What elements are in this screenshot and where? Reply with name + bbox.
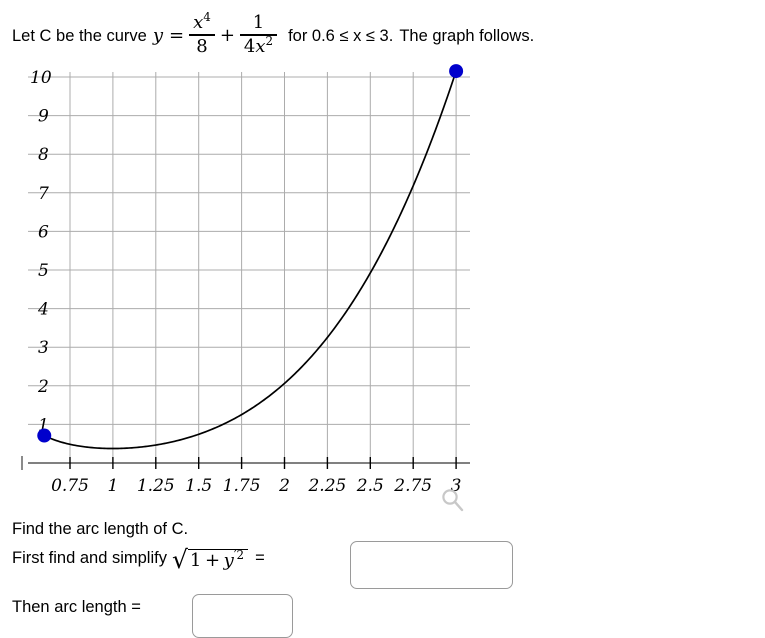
y-tick-label: 6 <box>38 222 49 242</box>
statement-tail: The graph follows. <box>399 26 535 45</box>
x-tick-label: 1.75 <box>223 476 261 496</box>
x-tick-label: 2.5 <box>356 476 384 496</box>
statement-domain: for 0.6 ≤ x ≤ 3. <box>288 26 394 45</box>
fraction-denominator: 8 <box>196 35 208 57</box>
y-tick-label: 8 <box>38 145 49 165</box>
magnifier-icon[interactable] <box>440 487 466 515</box>
radicand-prime-squared: ′2 <box>233 548 245 562</box>
y-tick-label: 5 <box>38 261 49 281</box>
question-find-arc-length: Find the arc length of C. <box>12 520 188 539</box>
question-find-label: Find the arc length of C. <box>12 520 189 538</box>
denominator-variable: x <box>255 35 266 57</box>
x-tick-label: 2.25 <box>307 476 346 496</box>
numerator-variable: x <box>193 12 204 34</box>
fraction-1-over-4x2: 1 4x2 <box>239 12 278 57</box>
x-tick-label: 2 <box>278 476 290 496</box>
graph-panel: 1 2 3 4 5 6 7 8 9 10 0.75 1 1.25 1.5 1.75 2 2.25 2.5 2.75… <box>0 60 500 510</box>
curve-path <box>43 70 457 450</box>
y-tick-label: 4 <box>37 300 49 320</box>
fraction-numerator: x4 <box>189 10 215 34</box>
answer-input-derivative[interactable] <box>350 541 513 589</box>
radical-expression: √ 1 + y′2 <box>171 545 249 574</box>
question-then-arc-length: Then arc length = <box>12 598 141 617</box>
statement-lead: Let C be the curve <box>12 26 147 45</box>
fraction-numerator: 1 <box>252 12 265 34</box>
question-first-label: First find and simplify <box>12 549 167 568</box>
magnifier-glyph <box>442 489 464 512</box>
x-tick-label: 1.5 <box>185 476 212 496</box>
radical-equals-sign: = <box>255 549 265 568</box>
radicand-y: y <box>223 550 234 571</box>
radical-sign: √ <box>171 545 188 574</box>
function-graph: 12345678910 0.75 1 1.25 1.5 1.75 2 2.25 2.5 2.75… <box>21 64 470 496</box>
denominator-exponent: 2 <box>265 33 274 48</box>
x-tick-label: 1 <box>107 476 118 496</box>
question-then-label: Then arc length = <box>12 598 141 616</box>
y-tick-label: 2 <box>37 377 49 397</box>
equation-equals-sign: = <box>169 25 185 47</box>
fraction-denominator: 4x2 <box>240 33 277 57</box>
equation-plus-sign: + <box>219 25 235 47</box>
radicand-one: 1 <box>189 550 202 571</box>
y-tick-label: 3 <box>38 338 49 358</box>
x-axis-tick-labels: 0.75 1 1.25 1.5 1.75 2 2.25 2.5 2.75 3 <box>51 476 461 496</box>
numerator-exponent: 4 <box>203 10 211 25</box>
y-tick-label: 7 <box>38 184 49 204</box>
x-tick-label: 1.25 <box>137 476 175 496</box>
problem-statement: Let C be the curve y = x4 8 + 1 4x2 for … <box>12 8 757 64</box>
x-axis <box>21 456 470 470</box>
endpoint-dot <box>449 64 464 79</box>
x-tick-label: 2.75 <box>393 476 432 496</box>
equation-y-variable: y <box>152 25 163 47</box>
y-axis-tick-labels: 12345678910 <box>30 68 52 435</box>
question-first-find: First find and simplify √ 1 + y′2 = <box>12 545 265 574</box>
fraction-x4-over-8: x4 8 <box>189 10 215 57</box>
endpoint-dot <box>37 428 52 443</box>
radical-body: 1 + y′2 <box>187 548 249 571</box>
radicand-plus: + <box>204 550 221 571</box>
y-tick-label: 10 <box>30 68 52 88</box>
y-tick-label: 9 <box>38 107 49 127</box>
x-tick-label: 0.75 <box>51 476 89 496</box>
denominator-coefficient: 4 <box>243 35 256 57</box>
answer-input-arclength[interactable] <box>192 594 293 638</box>
grid-lines <box>28 72 470 463</box>
